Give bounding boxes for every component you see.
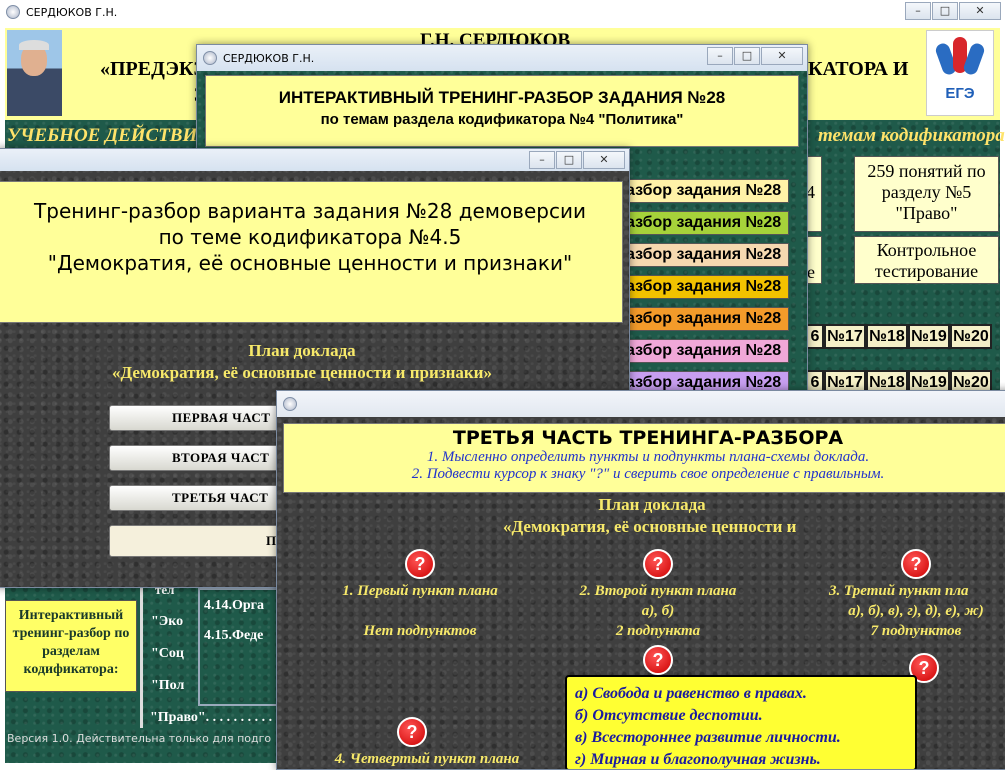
- close-icon[interactable]: ✕: [959, 2, 1001, 20]
- num-button-16a[interactable]: 6: [806, 324, 824, 349]
- main-header-line2b: КАТОРА И: [808, 58, 909, 80]
- task28-heading: ИНТЕРАКТИВНЫЙ ТРЕНИНГ-РАЗБОР ЗАДАНИЯ №28: [278, 88, 726, 107]
- topic-4-15[interactable]: 4.15.Феде: [204, 628, 263, 644]
- card-259-concepts[interactable]: 259 понятий по разделу №5 "Право": [854, 156, 999, 232]
- close-icon[interactable]: ✕: [761, 47, 803, 65]
- topic-4-14[interactable]: 4.14.Орга: [204, 598, 264, 614]
- tooltip-item-c: в) Всестороннее развитие личности.: [575, 729, 841, 746]
- variant-title-line2: по теме кодификатора №4.5: [158, 225, 462, 249]
- main-subheader-right: темам кодификатора: [818, 125, 1005, 146]
- minimize-icon[interactable]: –: [707, 47, 733, 65]
- variant-plan-subtitle: «Демократия, её основные ценности и приз…: [112, 363, 492, 382]
- part3-window: ТРЕТЬЯ ЧАСТЬ ТРЕНИНГА-РАЗБОРА 1. Мысленн…: [276, 390, 1005, 770]
- col3-title: 3. Третий пункт пла: [829, 583, 969, 599]
- card-control-test[interactable]: Контрольное тестирование: [854, 236, 999, 284]
- task28-button-5[interactable]: азбор задания №28: [621, 307, 789, 331]
- main-titlebar[interactable]: СЕРДЮКОВ Г.Н. – □ ✕: [0, 0, 1005, 24]
- ege-logo-icon: [933, 37, 987, 81]
- ege-logo-text: ЕГЭ: [945, 85, 975, 102]
- col3-items: а), б), в), г), д), е), ж): [848, 603, 984, 619]
- sidebar-link-social[interactable]: "Соц: [151, 646, 184, 662]
- close-icon[interactable]: ✕: [583, 151, 625, 169]
- minimize-icon[interactable]: –: [905, 2, 931, 20]
- num-button-20a[interactable]: №20: [950, 324, 992, 349]
- part3-titlebar[interactable]: [277, 391, 1005, 417]
- num-button-19a[interactable]: №19: [908, 324, 950, 349]
- part3-heading: ТРЕТЬЯ ЧАСТЬ ТРЕНИНГА-РАЗБОРА: [452, 427, 844, 449]
- tooltip-item-b: б) Отсутствие деспотии.: [575, 707, 763, 724]
- task28-titlebar[interactable]: СЕРДЮКОВ Г.Н. – □ ✕: [197, 45, 807, 71]
- variant-title-line1: Тренинг-разбор варианта задания №28 демо…: [34, 199, 586, 223]
- app-icon: [6, 5, 20, 19]
- sidebar-link-economy[interactable]: "Эко: [151, 614, 183, 630]
- tooltip-item-d: г) Мирная и благополучная жизнь.: [575, 751, 821, 768]
- variant-titlebar[interactable]: – □ ✕: [0, 149, 629, 171]
- question-icon-1[interactable]: ?: [405, 549, 435, 579]
- question-icon-2[interactable]: ?: [643, 549, 673, 579]
- part3-instruction-2: 2. Подвести курсор к знаку "?" и сверить…: [411, 466, 885, 482]
- ege-logo: ЕГЭ: [926, 30, 994, 116]
- topics-panel: 4.14.Орга 4.15.Феде: [198, 588, 280, 706]
- col2-sub: 2 подпункта: [615, 623, 701, 639]
- sidebar-links: тел "Эко "Соц "Пол: [140, 582, 200, 728]
- variant-plan-title: План доклада: [248, 341, 356, 360]
- version-text: Версия 1.0. Действительна только для под…: [7, 732, 272, 745]
- part3-header: ТРЕТЬЯ ЧАСТЬ ТРЕНИНГА-РАЗБОРА 1. Мысленн…: [283, 423, 1005, 493]
- col1-sub: Нет подпунктов: [363, 623, 477, 639]
- part3-plan-title: План доклада: [598, 495, 706, 514]
- maximize-icon[interactable]: □: [932, 2, 958, 20]
- task28-button-4[interactable]: азбор задания №28: [621, 275, 789, 299]
- col1-title: 1. Первый пункт плана: [342, 583, 498, 599]
- task28-header: ИНТЕРАКТИВНЫЙ ТРЕНИНГ-РАЗБОР ЗАДАНИЯ №28…: [205, 75, 799, 147]
- maximize-icon[interactable]: □: [556, 151, 582, 169]
- answer-tooltip: а) Свобода и равенство в правах. б) Отсу…: [565, 675, 917, 769]
- num-button-18a[interactable]: №18: [866, 324, 908, 349]
- part3-instruction-1: 1. Мысленно определить пункты и подпункт…: [426, 449, 870, 465]
- task28-subheading: по темам раздела кодификатора №4 "Полити…: [320, 111, 684, 128]
- task28-button-1[interactable]: азбор задания №28: [621, 179, 789, 203]
- author-photo: [7, 30, 62, 116]
- main-title: СЕРДЮКОВ Г.Н.: [26, 5, 118, 19]
- question-icon-3[interactable]: ?: [901, 549, 931, 579]
- col4-title: 4. Четвертый пункт плана: [334, 751, 520, 767]
- num-button-17a[interactable]: №17: [824, 324, 866, 349]
- sidebar-link-politics[interactable]: "Пол: [151, 678, 184, 694]
- task28-button-6[interactable]: азбор задания №28: [621, 339, 789, 363]
- sidebar-link-law[interactable]: "Право". . . . . . . . . .: [150, 710, 272, 726]
- variant-header: Тренинг-разбор варианта задания №28 демо…: [0, 181, 623, 323]
- window-icon: [283, 397, 297, 411]
- col3-sub: 7 подпунктов: [870, 623, 962, 639]
- col2-items: а), б): [641, 603, 675, 619]
- col2-title: 2. Второй пункт плана: [579, 583, 737, 599]
- task28-title: СЕРДЮКОВ Г.Н.: [223, 51, 315, 65]
- minimize-icon[interactable]: –: [529, 151, 555, 169]
- window-icon: [203, 51, 217, 65]
- main-header-line2a: «ПРЕДЭКЗ: [100, 58, 204, 80]
- task28-button-3[interactable]: азбор задания №28: [621, 243, 789, 267]
- variant-title-line3: "Демократия, её основные ценности и приз…: [47, 251, 573, 275]
- task28-button-2[interactable]: азбор задания №28: [621, 211, 789, 235]
- tooltip-item-a: а) Свобода и равенство в правах.: [575, 685, 807, 702]
- sidebar-box: Интерактивный тренинг-разбор по разделам…: [5, 600, 137, 692]
- question-icon-4[interactable]: ?: [643, 645, 673, 675]
- maximize-icon[interactable]: □: [734, 47, 760, 65]
- question-icon-6[interactable]: ?: [397, 717, 427, 747]
- part3-plan-subtitle: «Демократия, её основные ценности и: [503, 517, 797, 536]
